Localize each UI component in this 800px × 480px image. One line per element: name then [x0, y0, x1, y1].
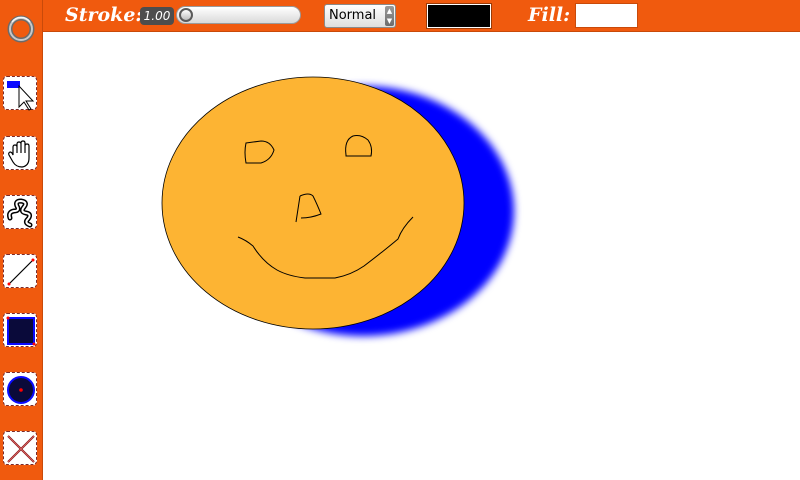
- freehand-tool-button[interactable]: [3, 195, 37, 229]
- stroke-color-swatch[interactable]: [426, 3, 492, 29]
- delete-tool-button[interactable]: [3, 431, 37, 465]
- fill-label: Fill:: [528, 4, 571, 26]
- ellipse-icon: [7, 376, 35, 404]
- stroke-label: Stroke:: [65, 4, 143, 26]
- stroke-width-value: 1.00: [140, 7, 174, 25]
- dropdown-arrow-icon: ▲ ▼: [385, 6, 394, 26]
- freehand-path-icon: [7, 198, 33, 228]
- rectangle-icon: [6, 316, 36, 346]
- app-logo-icon[interactable]: [5, 13, 37, 45]
- blend-mode-value: Normal: [329, 8, 377, 23]
- select-pointer-icon: [7, 81, 35, 111]
- line-tool-button[interactable]: [3, 254, 37, 288]
- drawing-app: Stroke: 1.00 Normal ▲ ▼ Fill:: [0, 0, 800, 480]
- line-icon: [7, 258, 35, 286]
- hand-icon: [8, 140, 30, 168]
- ellipse-tool-button[interactable]: [3, 372, 37, 406]
- slider-thumb[interactable]: [179, 8, 193, 22]
- stroke-width-slider[interactable]: [176, 6, 301, 24]
- drawing-canvas[interactable]: [43, 32, 800, 480]
- tool-sidebar: [0, 0, 43, 480]
- blend-mode-select[interactable]: Normal ▲ ▼: [324, 4, 396, 28]
- top-toolbar: Stroke: 1.00 Normal ▲ ▼ Fill:: [43, 0, 800, 32]
- delete-x-icon: [7, 435, 35, 463]
- select-tool-button[interactable]: [3, 76, 37, 111]
- smiley-face[interactable]: [161, 76, 465, 330]
- fill-color-swatch[interactable]: [575, 3, 638, 28]
- rectangle-tool-button[interactable]: [3, 313, 37, 347]
- pan-tool-button[interactable]: [3, 136, 37, 170]
